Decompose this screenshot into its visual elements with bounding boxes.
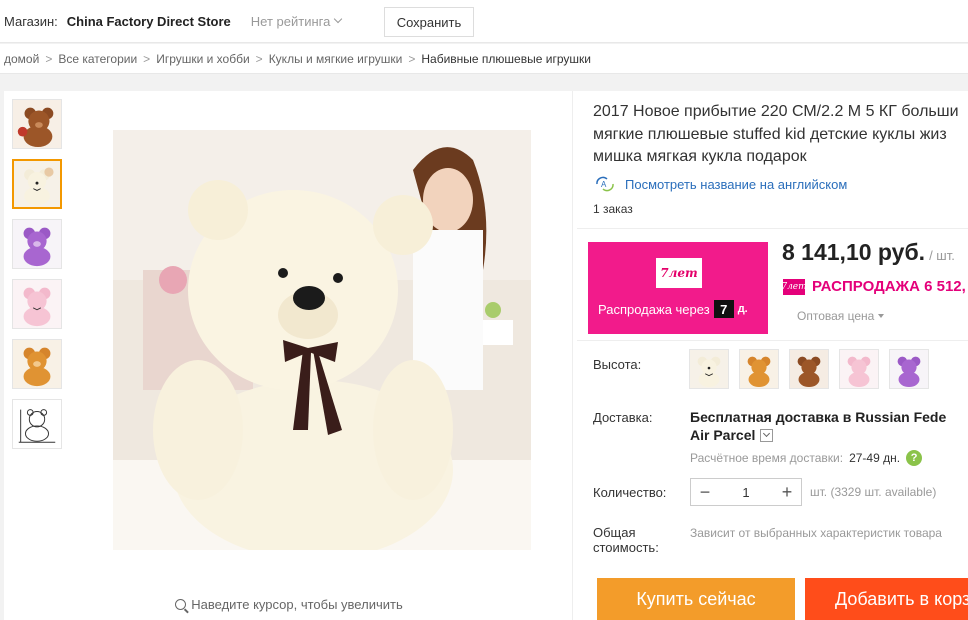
breadcrumb-separator: > — [408, 51, 416, 66]
translate-link-text: Посмотреть название на английском — [625, 176, 848, 192]
translate-title-link[interactable]: A Посмотреть название на английском — [593, 176, 847, 192]
column-divider — [572, 91, 573, 620]
promo-text: Распродажа через — [598, 301, 710, 317]
available-stock: шт. (3329 шт. available) — [810, 485, 937, 499]
sale-promo-banner[interactable]: 7лет Распродажа через 7 д. — [588, 242, 768, 334]
total-label-line: Общая — [593, 525, 636, 540]
thumbnail-white-bear[interactable] — [12, 159, 62, 209]
option-purple-bear[interactable] — [889, 349, 929, 389]
total-label: Общая стоимость: — [593, 525, 659, 555]
buy-now-button[interactable]: Купить сейчас — [597, 578, 795, 620]
option-brown-bear[interactable] — [789, 349, 829, 389]
divider — [577, 340, 968, 341]
breadcrumb-home[interactable]: домой — [4, 52, 39, 66]
thumbnail-orange-bear[interactable] — [12, 339, 62, 389]
quantity-input[interactable] — [719, 479, 773, 505]
thumbnail-purple-bear[interactable] — [12, 219, 62, 269]
breadcrumb-toys-hobbies[interactable]: Игрушки и хобби — [156, 52, 249, 66]
quantity-stepper: − + — [690, 478, 802, 506]
total-note: Зависит от выбранных характеристик товар… — [690, 526, 942, 540]
zoom-hint-text: Наведите курсор, чтобы увеличить — [191, 597, 403, 612]
add-to-cart-button[interactable]: Добавить в корз — [805, 578, 968, 620]
thumbnail-brown-bear[interactable] — [12, 99, 62, 149]
store-rating-text: Нет рейтинга — [250, 13, 331, 29]
height-options — [689, 349, 929, 389]
wholesale-price-toggle[interactable]: Оптовая цена — [797, 309, 885, 323]
promo-days-unit: д. — [737, 303, 748, 315]
breadcrumb-all-categories[interactable]: Все категории — [58, 52, 137, 66]
chevron-down-icon — [760, 428, 774, 442]
product-title-line: мишка мягкая кукла подарок — [593, 148, 807, 165]
promo-days: 7 — [713, 300, 734, 318]
eta-days: 27-49 дн. — [849, 451, 901, 465]
price: 8 141,10 руб. / шт. — [782, 239, 955, 266]
eta-label: Расчётное время доставки: — [690, 451, 844, 465]
price-unit: / шт. — [929, 248, 955, 263]
option-orange-bear[interactable] — [739, 349, 779, 389]
quantity-label: Количество: — [593, 485, 667, 500]
store-rating[interactable]: Нет рейтинга — [250, 13, 343, 29]
breadcrumb-separator: > — [45, 51, 53, 66]
breadcrumb-current: Набивные плюшевые игрушки — [421, 51, 591, 66]
caret-down-icon — [878, 314, 885, 318]
option-white-bear[interactable] — [689, 349, 729, 389]
sale-price-text: РАСПРОДАЖА 6 512, — [812, 278, 966, 295]
store-label: Магазин: — [4, 13, 58, 29]
thumbnail-pink-bear[interactable] — [12, 279, 62, 329]
breadcrumb-dolls-plush[interactable]: Куклы и мягкие игрушки — [269, 52, 403, 66]
height-label: Высота: — [593, 357, 642, 372]
shipping-method-name: Air Parcel — [690, 427, 756, 443]
zoom-hint: Наведите курсор, чтобы увеличить — [4, 597, 574, 612]
quantity-decrease-button[interactable]: − — [691, 479, 719, 505]
product-title-line: 2017 Новое прибытие 220 СМ/2.2 М 5 КГ бо… — [593, 103, 959, 120]
product-title-line: мягкие плюшевые stuffed kid детские кукл… — [593, 125, 947, 143]
shipping-method: Бесплатная доставка в Russian Fede — [690, 409, 947, 425]
thumbnail-sketch-bear[interactable] — [12, 399, 62, 449]
sale-logo: 7лет — [781, 278, 807, 295]
breadcrumb: домой > Все категории > Игрушки и хобби … — [0, 44, 968, 74]
translate-icon: A — [596, 176, 614, 192]
quantity-increase-button[interactable]: + — [773, 479, 801, 505]
divider — [577, 228, 968, 229]
save-store-button[interactable]: Сохранить — [384, 7, 474, 37]
sale-price: 7лет РАСПРОДАЖА 6 512, — [781, 278, 966, 295]
total-label-line: стоимость: — [593, 540, 659, 555]
store-name[interactable]: China Factory Direct Store — [67, 14, 231, 29]
product-panel: Наведите курсор, чтобы увеличить 2017 Но… — [4, 91, 968, 620]
magnifier-icon — [175, 599, 187, 610]
svg-text:A: A — [601, 180, 607, 189]
chevron-down-icon — [334, 14, 343, 24]
promo-countdown: Распродажа через 7 д. — [598, 300, 748, 318]
promo-logo: 7лет — [656, 258, 702, 288]
help-icon[interactable]: ? — [906, 450, 923, 466]
breadcrumb-separator: > — [255, 51, 263, 66]
wholesale-label: Оптовая цена — [797, 309, 875, 323]
price-value: 8 141,10 руб. — [782, 239, 926, 265]
breadcrumb-separator: > — [143, 51, 151, 66]
main-product-image[interactable] — [113, 130, 531, 550]
thumbnail-list — [12, 99, 64, 459]
shipping-label: Доставка: — [593, 410, 653, 425]
option-pink-bear[interactable] — [839, 349, 879, 389]
product-title: 2017 Новое прибытие 220 СМ/2.2 М 5 КГ бо… — [593, 101, 968, 169]
store-bar: Магазин: China Factory Direct Store Нет … — [0, 0, 968, 43]
orders-count: 1 заказ — [593, 202, 633, 216]
delivery-estimate: Расчётное время доставки: 27-49 дн. ? — [690, 450, 923, 466]
shipping-method-select[interactable]: Air Parcel — [690, 427, 774, 443]
